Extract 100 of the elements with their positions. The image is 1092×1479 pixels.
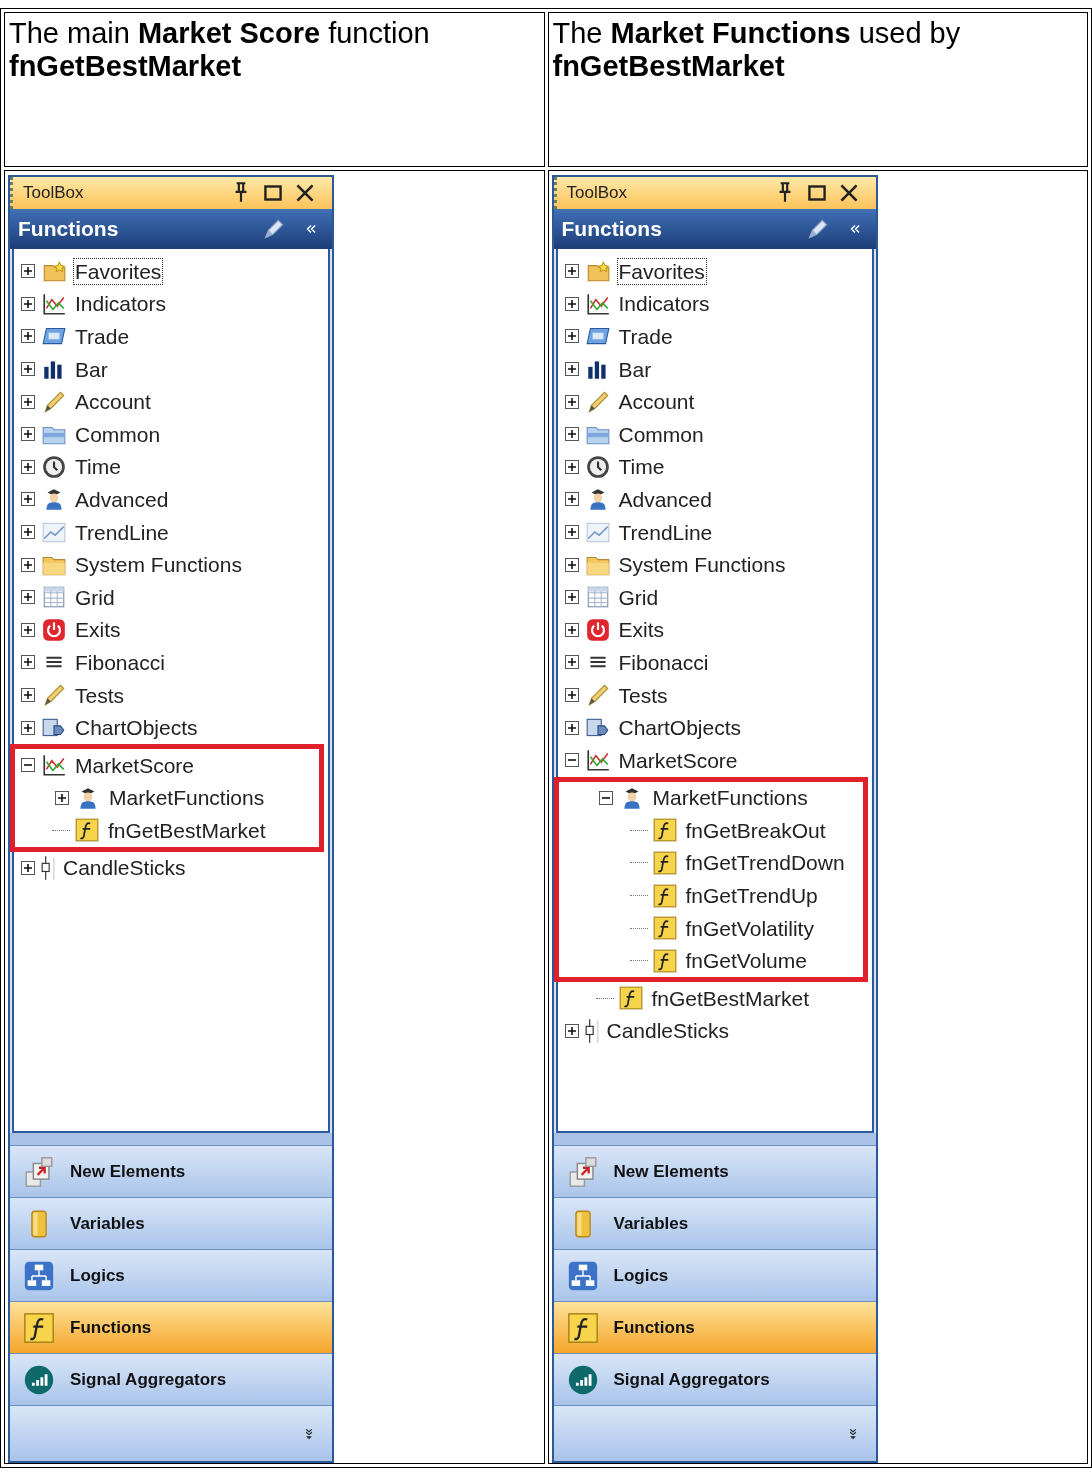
tree-item[interactable]: Grid: [73, 583, 117, 611]
nav-button[interactable]: Logics: [10, 1249, 332, 1301]
tree-item[interactable]: Grid: [616, 583, 661, 611]
expand-icon[interactable]: [21, 720, 35, 735]
expand-icon[interactable]: [21, 525, 35, 540]
tree-item[interactable]: Bar: [73, 355, 110, 383]
expand-icon[interactable]: [21, 622, 35, 637]
tree-item[interactable]: fnGetTrendUp: [683, 882, 820, 910]
tree-item[interactable]: System Functions: [616, 551, 788, 579]
nav-button[interactable]: New Elements: [553, 1145, 876, 1197]
candlestick-icon: [41, 855, 55, 881]
tree-item[interactable]: CandleSticks: [61, 854, 188, 882]
expand-icon[interactable]: [564, 329, 579, 344]
tree-item[interactable]: TrendLine: [616, 518, 715, 546]
expand-icon[interactable]: [564, 688, 579, 702]
tree-item[interactable]: Bar: [616, 355, 654, 383]
tree-item[interactable]: fnGetTrendDown: [683, 849, 847, 877]
tree-item[interactable]: Trade: [616, 323, 675, 350]
nav-button[interactable]: Functions: [10, 1301, 332, 1353]
nav-button[interactable]: Logics: [553, 1249, 876, 1301]
expand-icon[interactable]: [564, 557, 579, 572]
tree-item[interactable]: Time: [616, 453, 667, 481]
collapse-icon[interactable]: [21, 758, 35, 773]
expand-icon[interactable]: [21, 688, 35, 702]
splitter-handle[interactable]: [553, 1133, 876, 1145]
expand-icon[interactable]: [564, 655, 579, 670]
expand-icon[interactable]: [21, 394, 35, 409]
expand-icon[interactable]: [21, 861, 35, 875]
caption-text: The main Market Score function: [9, 17, 431, 50]
function-icon: [651, 882, 678, 909]
expand-icon[interactable]: [564, 492, 579, 507]
tree-item[interactable]: Exits: [616, 616, 666, 644]
tree-item[interactable]: Advanced: [616, 485, 714, 513]
tree-item[interactable]: Common: [616, 420, 706, 448]
nav-button[interactable]: Variables: [10, 1197, 332, 1249]
expand-icon[interactable]: [564, 394, 579, 409]
expand-icon[interactable]: [21, 329, 35, 344]
tree-item[interactable]: Favorites: [73, 257, 164, 285]
tree-item[interactable]: Account: [73, 388, 153, 416]
tree-item[interactable]: CandleSticks: [604, 1017, 732, 1045]
expand-icon[interactable]: [564, 720, 579, 735]
collapse-icon[interactable]: [564, 753, 579, 768]
splitter-handle[interactable]: [10, 1133, 332, 1145]
tree-item[interactable]: fnGetBreakOut: [683, 816, 828, 844]
tree-item[interactable]: Indicators: [73, 290, 169, 318]
tree-item[interactable]: Account: [616, 388, 697, 416]
expand-icon[interactable]: [564, 590, 579, 605]
expand-icon[interactable]: [21, 264, 35, 279]
nav-button[interactable]: Variables: [553, 1197, 876, 1249]
tree-item[interactable]: Advanced: [73, 485, 171, 513]
expand-icon[interactable]: [21, 362, 35, 377]
nav-button[interactable]: Functions: [553, 1301, 876, 1353]
expand-icon[interactable]: [564, 296, 579, 311]
expand-icon[interactable]: [564, 1023, 579, 1038]
tree-item[interactable]: MarketScore: [73, 751, 197, 779]
tree-item[interactable]: Trade: [73, 323, 132, 350]
tree-item[interactable]: ChartObjects: [616, 714, 744, 742]
function-icon: [651, 850, 678, 876]
nav-button[interactable]: Signal Aggregators: [10, 1353, 332, 1405]
tree-item[interactable]: System Functions: [73, 551, 244, 579]
tree-item[interactable]: Fibonacci: [616, 648, 711, 676]
expand-icon[interactable]: [564, 622, 579, 637]
tree-item[interactable]: ChartObjects: [73, 714, 200, 742]
tree-item[interactable]: Tests: [616, 681, 670, 709]
tree-item[interactable]: MarketScore: [616, 746, 740, 774]
nav-button[interactable]: New Elements: [10, 1145, 332, 1197]
collapse-icon[interactable]: [598, 790, 613, 805]
expand-icon[interactable]: [21, 296, 35, 311]
tree-item[interactable]: fnGetBestMarket: [649, 984, 812, 1012]
expand-icon[interactable]: [21, 459, 35, 474]
expand-icon[interactable]: [55, 790, 69, 805]
expand-icon[interactable]: [564, 459, 579, 474]
expand-icon[interactable]: [564, 525, 579, 540]
expand-icon[interactable]: [21, 557, 35, 572]
power-icon: [41, 616, 67, 643]
expand-icon[interactable]: [564, 427, 579, 442]
tree-item[interactable]: Favorites: [616, 257, 707, 285]
tree-item[interactable]: TrendLine: [73, 518, 171, 546]
expand-icon[interactable]: [564, 264, 579, 279]
function-icon: [74, 817, 100, 844]
expand-icon[interactable]: [21, 427, 35, 442]
tree-item[interactable]: fnGetBestMarket: [106, 816, 268, 844]
expand-icon[interactable]: [21, 590, 35, 605]
double-chevron-left-icon[interactable]: [304, 222, 318, 236]
tree-item[interactable]: MarketFunctions: [650, 784, 810, 812]
tree-item[interactable]: fnGetVolatility: [683, 914, 816, 942]
tree-item[interactable]: MarketFunctions: [107, 784, 267, 812]
tree-item[interactable]: fnGetVolume: [683, 947, 809, 975]
tree-item[interactable]: Indicators: [616, 290, 712, 318]
tree-item[interactable]: Common: [73, 420, 163, 448]
expand-icon[interactable]: [21, 492, 35, 507]
caption-text: fnGetBestMarket: [552, 50, 786, 83]
nav-button[interactable]: Signal Aggregators: [553, 1353, 876, 1405]
tree-item[interactable]: Time: [73, 453, 123, 481]
function-icon: [651, 915, 678, 942]
tree-item[interactable]: Fibonacci: [73, 648, 167, 676]
tree-item[interactable]: Exits: [73, 616, 123, 644]
expand-icon[interactable]: [564, 362, 579, 377]
tree-item[interactable]: Tests: [73, 681, 126, 709]
expand-icon[interactable]: [21, 655, 35, 670]
